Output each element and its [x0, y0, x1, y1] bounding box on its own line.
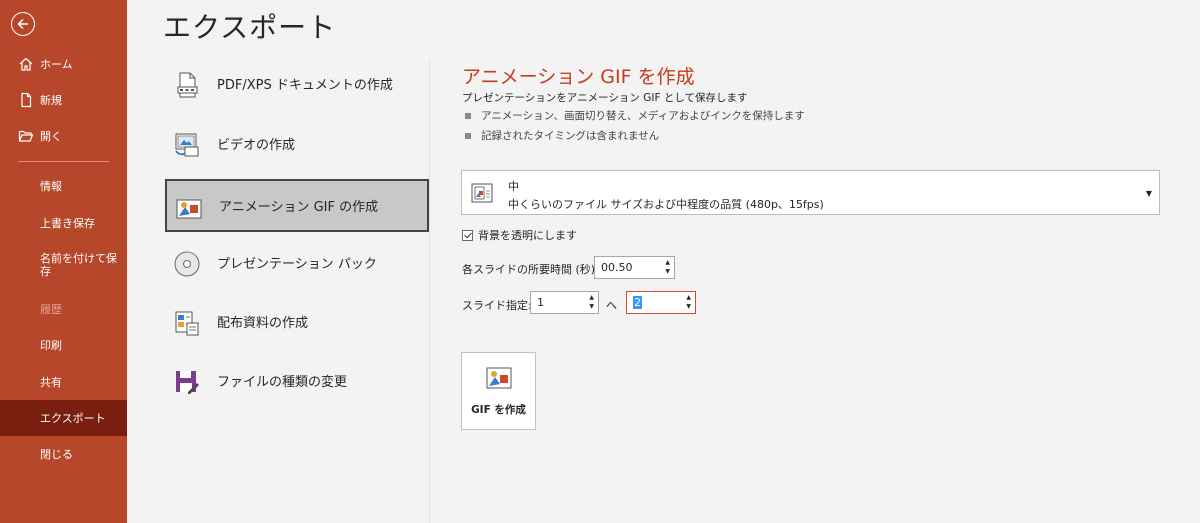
chevron-down-icon: ▼ [1145, 189, 1152, 198]
sidebar-item-label: 開く [40, 130, 62, 143]
slide-to-value: 2 [633, 296, 642, 309]
slide-range-separator: へ [606, 299, 617, 312]
option-package-presentation[interactable]: プレゼンテーション パック [165, 236, 429, 289]
sidebar-item-home[interactable]: ホーム [0, 46, 127, 82]
sidebar-item-new[interactable]: 新規 [0, 82, 127, 118]
slide-range-label: スライド指定: [462, 299, 532, 312]
option-create-handouts[interactable]: 配布資料の作成 [165, 295, 429, 348]
panel-separator [429, 60, 430, 523]
home-icon [19, 57, 33, 71]
gif-image-icon [486, 367, 512, 389]
sidebar-item-info[interactable]: 情報 [0, 168, 127, 204]
option-animated-gif[interactable]: アニメーション GIF の作成 [165, 179, 429, 232]
open-folder-icon [18, 130, 34, 142]
bullet-square-icon [465, 133, 471, 139]
create-gif-label: GIF を作成 [471, 404, 526, 416]
sidebar-item-close[interactable]: 閉じる [0, 436, 127, 472]
quality-size-icon [471, 183, 493, 203]
seconds-per-slide-label: 各スライドの所要時間 (秒): [462, 263, 599, 276]
option-video[interactable]: ビデオの作成 [165, 117, 429, 170]
spin-up-icon[interactable]: ▲ [589, 294, 594, 301]
sidebar-item-label: 上書き保存 [40, 217, 95, 230]
back-arrow-icon [17, 18, 28, 30]
panel-title: アニメーション GIF を作成 [462, 66, 695, 88]
spin-up-icon[interactable]: ▲ [665, 259, 670, 266]
spin-down-icon[interactable]: ▼ [686, 303, 691, 310]
slide-to-spinner[interactable]: 2 ▲ ▼ [626, 291, 696, 314]
sidebar-item-print[interactable]: 印刷 [0, 327, 127, 363]
sidebar-item-open[interactable]: 開く [0, 118, 127, 154]
seconds-per-slide-value: 00.50 [601, 261, 633, 274]
option-label: アニメーション GIF の作成 [219, 200, 379, 215]
panel-bullet: 記録されたタイミングは含まれません [465, 128, 659, 143]
transparent-background-label: 背景を透明にします [478, 229, 577, 242]
sidebar-item-label: 新規 [40, 94, 62, 107]
seconds-per-slide-spinner[interactable]: 00.50 ▲ ▼ [594, 256, 675, 279]
quality-dropdown[interactable]: 中 中くらいのファイル サイズおよび中程度の品質 (480p、15fps) ▼ [461, 170, 1160, 215]
backstage-sidebar: ホーム 新規 開く 情報 上書き保存 名前を付けて保存 履歴 印刷 共有 エクス… [0, 0, 127, 523]
sidebar-item-history: 履歴 [0, 291, 127, 327]
video-icon [175, 133, 199, 157]
sidebar-item-label: 閉じる [40, 448, 73, 461]
cd-package-icon [174, 251, 200, 277]
transparent-background-checkbox[interactable] [462, 229, 473, 241]
spin-down-icon[interactable]: ▼ [665, 268, 670, 275]
option-pdf-xps[interactable]: PDF/XPS ドキュメントの作成 [165, 57, 429, 110]
create-gif-button[interactable]: GIF を作成 [461, 352, 536, 430]
sidebar-item-export[interactable]: エクスポート [0, 400, 127, 436]
option-label: ビデオの作成 [217, 138, 296, 153]
page-title: エクスポート [163, 11, 337, 44]
sidebar-item-label: 共有 [40, 376, 62, 389]
pdf-document-icon [177, 72, 198, 98]
sidebar-item-label: 情報 [40, 180, 62, 193]
gif-image-icon [176, 199, 202, 219]
spin-down-icon[interactable]: ▼ [589, 303, 594, 310]
option-label: PDF/XPS ドキュメントの作成 [217, 78, 393, 93]
spin-up-icon[interactable]: ▲ [686, 294, 691, 301]
sidebar-item-save[interactable]: 上書き保存 [0, 205, 127, 241]
transparent-background-option[interactable]: 背景を透明にします [462, 227, 577, 243]
sidebar-item-label: エクスポート [40, 412, 106, 425]
sidebar-item-label: 印刷 [40, 339, 62, 352]
option-label: 配布資料の作成 [217, 316, 309, 331]
quality-name: 中 [508, 180, 519, 193]
option-label: プレゼンテーション パック [217, 257, 377, 272]
new-document-icon [21, 92, 32, 108]
sidebar-divider [18, 161, 109, 162]
handout-icon [175, 311, 199, 336]
panel-subtitle: プレゼンテーションをアニメーション GIF として保存します [462, 92, 748, 104]
quality-description: 中くらいのファイル サイズおよび中程度の品質 (480p、15fps) [508, 198, 824, 211]
save-as-icon [176, 371, 199, 394]
option-label: ファイルの種類の変更 [217, 375, 348, 390]
sidebar-item-label: 名前を付けて保存 [40, 252, 117, 278]
bullet-square-icon [465, 113, 471, 119]
back-button[interactable] [11, 12, 35, 36]
slide-from-spinner[interactable]: 1 ▲ ▼ [530, 291, 599, 314]
sidebar-item-label: 履歴 [40, 303, 62, 316]
slide-from-value: 1 [537, 296, 544, 309]
sidebar-item-save-as[interactable]: 名前を付けて保存 [0, 243, 127, 287]
sidebar-item-share[interactable]: 共有 [0, 364, 127, 400]
option-change-file-type[interactable]: ファイルの種類の変更 [165, 354, 429, 407]
sidebar-item-label: ホーム [40, 58, 73, 71]
panel-bullet: アニメーション、画面切り替え、メディアおよびインクを保持します [465, 108, 805, 123]
